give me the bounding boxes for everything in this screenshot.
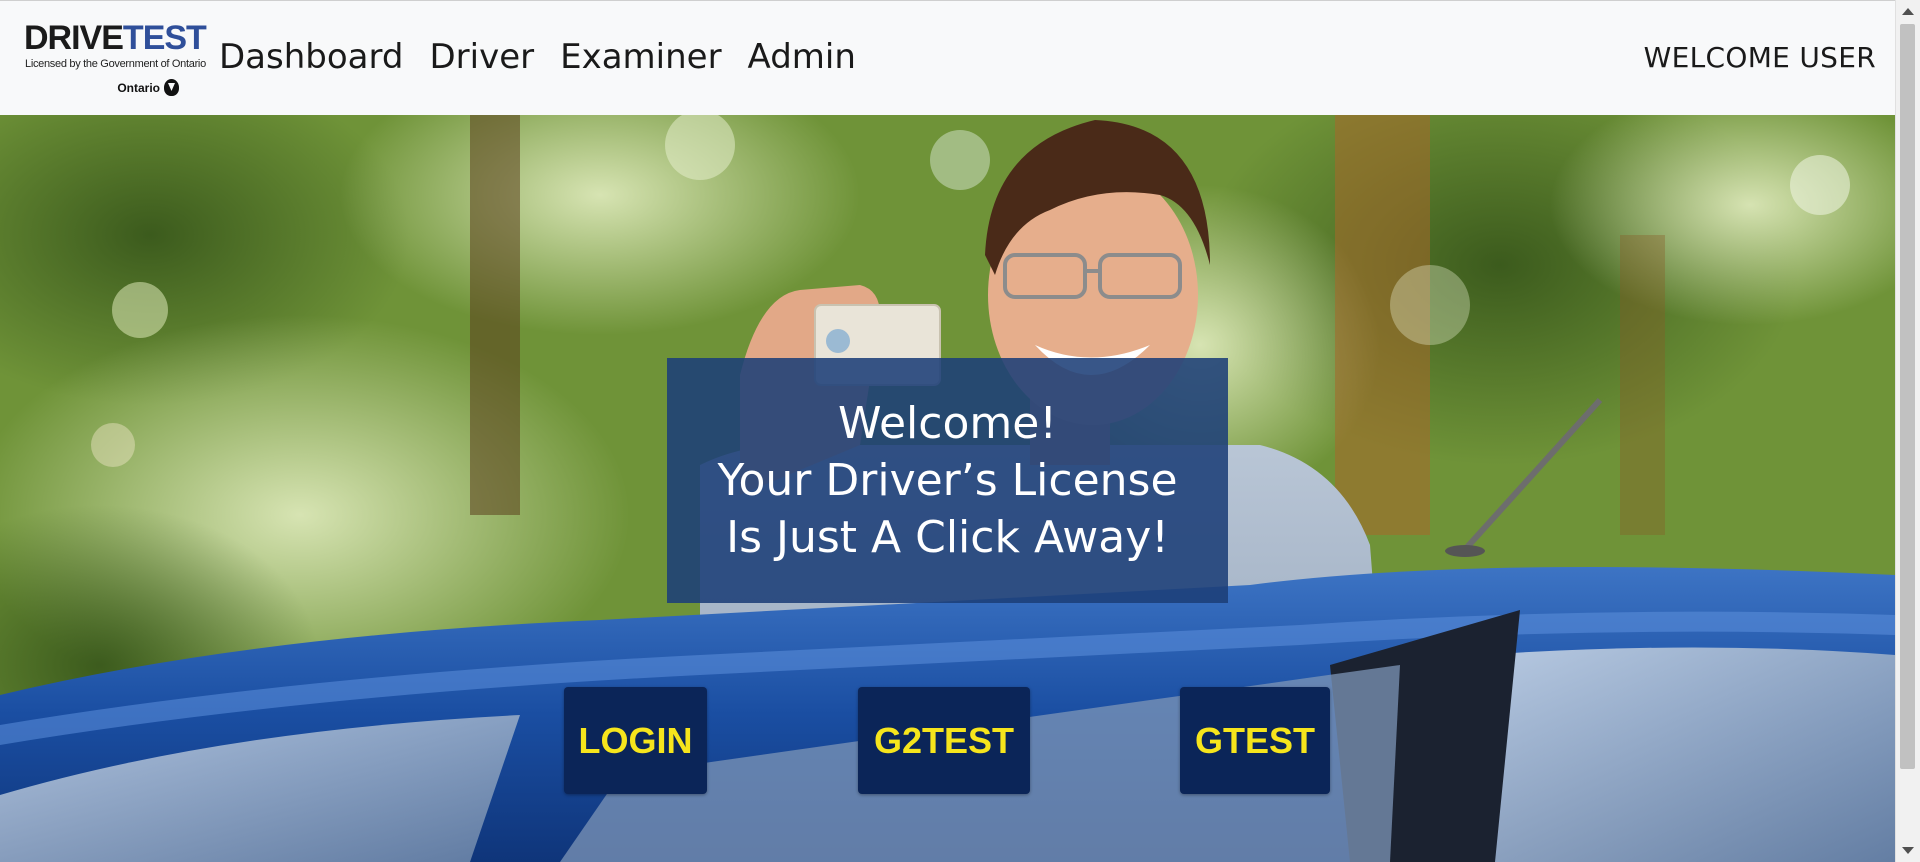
logo-province: Ontario [117, 79, 179, 96]
nav-link-driver[interactable]: Driver [429, 35, 534, 79]
drivetest-logo[interactable]: DRIVETEST Licensed by the Government of … [24, 19, 207, 99]
welcome-headline-line-1: Welcome! [838, 398, 1057, 449]
logo-tagline: Licensed by the Government of Ontario [25, 58, 206, 70]
logo-word-drive: DRIVE [24, 19, 124, 57]
gtest-button[interactable]: GTEST [1180, 687, 1330, 794]
page-scrollbar[interactable] [1895, 0, 1920, 862]
logo-wordmark: DRIVETEST [24, 19, 207, 57]
nav-link-admin[interactable]: Admin [748, 35, 856, 79]
page: DRIVETEST Licensed by the Government of … [0, 0, 1920, 862]
welcome-headline-line-3: Is Just A Click Away! [726, 512, 1169, 563]
scroll-up-arrow-icon[interactable] [1902, 8, 1914, 15]
welcome-banner: Welcome! Your Driver’s License Is Just A… [667, 358, 1228, 603]
nav-link-examiner[interactable]: Examiner [560, 35, 721, 79]
scroll-down-arrow-icon[interactable] [1902, 847, 1914, 854]
scrollbar-thumb[interactable] [1900, 24, 1915, 769]
top-navbar: DRIVETEST Licensed by the Government of … [0, 0, 1895, 115]
logo-word-test: TEST [122, 19, 207, 57]
nav-link-dashboard[interactable]: Dashboard [219, 35, 403, 79]
g2test-button[interactable]: G2TEST [858, 687, 1030, 794]
main-nav: Dashboard Driver Examiner Admin [219, 35, 856, 79]
welcome-headline-line-2: Your Driver’s License [717, 455, 1178, 506]
welcome-user-label: WELCOME USER [1643, 41, 1876, 74]
ontario-trillium-icon [164, 79, 179, 96]
hero-section: Welcome! Your Driver’s License Is Just A… [0, 115, 1895, 862]
logo-province-label: Ontario [117, 80, 160, 95]
login-button[interactable]: LOGIN [564, 687, 707, 794]
